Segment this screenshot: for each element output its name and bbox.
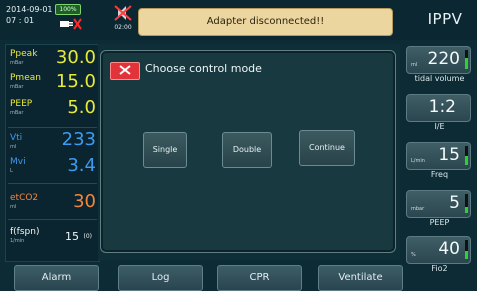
datetime: 2014-09-01 07 : 01 xyxy=(6,4,53,26)
param-unit: mBar xyxy=(10,60,24,66)
setting-value: 5 xyxy=(449,193,460,213)
battery-percent: 100% xyxy=(59,6,77,13)
param-value: 233 xyxy=(61,129,96,150)
param-value: 30.0 xyxy=(55,47,96,68)
setting-fio2-tile[interactable]: % 40 xyxy=(406,236,471,264)
level-bar xyxy=(465,50,468,69)
alarm-button[interactable]: Alarm xyxy=(14,265,99,291)
divider xyxy=(8,219,97,220)
param-ppeak: Ppeak mBar 30.0 xyxy=(8,47,97,73)
param-extra: (0) xyxy=(83,233,93,240)
param-label: Pmean xyxy=(10,73,41,83)
setting-unit: L/min xyxy=(411,158,425,164)
setting-value: 1:2 xyxy=(428,97,456,117)
option-single-button[interactable]: Single xyxy=(143,132,187,168)
setting-value: 40 xyxy=(438,239,460,259)
param-etco2: etCO2 ml 30 xyxy=(8,191,97,217)
param-unit: L xyxy=(10,168,13,174)
measured-parameters-panel: Ppeak mBar 30.0 Pmean mBar 15.0 PEEP mBa… xyxy=(5,44,100,262)
param-unit: 1/min xyxy=(10,238,25,244)
setting-label: Freq xyxy=(430,170,449,179)
param-label: Mvi xyxy=(10,157,26,167)
cpr-button[interactable]: CPR xyxy=(217,265,302,291)
param-label: Vti xyxy=(10,133,23,143)
param-fspn: f(fspn) 1/min 15 (0) xyxy=(8,225,97,255)
setting-label: tidal volume xyxy=(414,74,465,83)
alert-banner: Adapter disconnected!! xyxy=(138,8,393,36)
param-value: 5.0 xyxy=(67,97,96,118)
level-bar xyxy=(465,240,468,259)
param-unit: mBar xyxy=(10,110,24,116)
setting-label: PEEP xyxy=(429,218,450,227)
log-button[interactable]: Log xyxy=(118,265,203,291)
param-value: 15 xyxy=(65,230,79,243)
option-double-button[interactable]: Double xyxy=(222,132,272,168)
param-unit: mBar xyxy=(10,84,24,90)
power-plug-icon xyxy=(58,18,82,30)
close-icon xyxy=(119,65,131,75)
setting-tidal-volume-tile[interactable]: ml 220 xyxy=(406,46,471,74)
ventilation-mode: IPPV xyxy=(427,10,463,28)
param-label: f(fspn) xyxy=(10,227,40,237)
alarm-mute-time: 02:00 xyxy=(114,24,132,31)
setting-unit: ml xyxy=(411,62,418,68)
dialog-title: Choose control mode xyxy=(145,62,262,75)
time-text: 07 : 01 xyxy=(6,16,35,25)
param-label: etCO2 xyxy=(10,193,39,203)
level-bar xyxy=(465,146,468,165)
setting-value: 15 xyxy=(438,145,460,165)
battery-icon: 100% xyxy=(55,4,81,15)
alarm-mute-icon[interactable]: 02:00 xyxy=(113,4,133,32)
ventilate-button[interactable]: Ventilate xyxy=(318,265,403,291)
option-continue-button[interactable]: Continue xyxy=(299,130,355,166)
setting-label: Fio2 xyxy=(431,264,448,273)
divider xyxy=(8,183,97,184)
param-vti: Vti ml 233 xyxy=(8,129,97,155)
param-peep: PEEP mBar 5.0 xyxy=(8,97,97,125)
setting-freq-tile[interactable]: L/min 15 xyxy=(406,142,471,170)
param-value: 15.0 xyxy=(55,71,96,92)
param-unit: ml xyxy=(10,204,17,210)
param-pmean: Pmean mBar 15.0 xyxy=(8,71,97,97)
setting-unit: % xyxy=(411,252,416,258)
param-unit: ml xyxy=(10,144,17,150)
settings-panel: ml 220 tidal volume 1:2 I/E L/min 15 Fre… xyxy=(402,44,477,273)
param-value: 30 xyxy=(73,191,96,212)
param-mvi: Mvi L 3.4 xyxy=(8,155,97,181)
level-bar xyxy=(465,194,468,213)
divider xyxy=(8,127,97,128)
setting-value: 220 xyxy=(427,49,460,69)
close-button[interactable] xyxy=(110,62,140,80)
setting-peep-tile[interactable]: mbar 5 xyxy=(406,190,471,218)
setting-ie-tile[interactable]: 1:2 xyxy=(406,94,471,122)
param-label: Ppeak xyxy=(10,49,38,59)
setting-unit: mbar xyxy=(411,206,425,212)
setting-label: I/E xyxy=(434,122,445,131)
date-text: 2014-09-01 xyxy=(6,5,53,14)
param-value: 3.4 xyxy=(67,155,96,176)
param-label: PEEP xyxy=(10,99,33,109)
